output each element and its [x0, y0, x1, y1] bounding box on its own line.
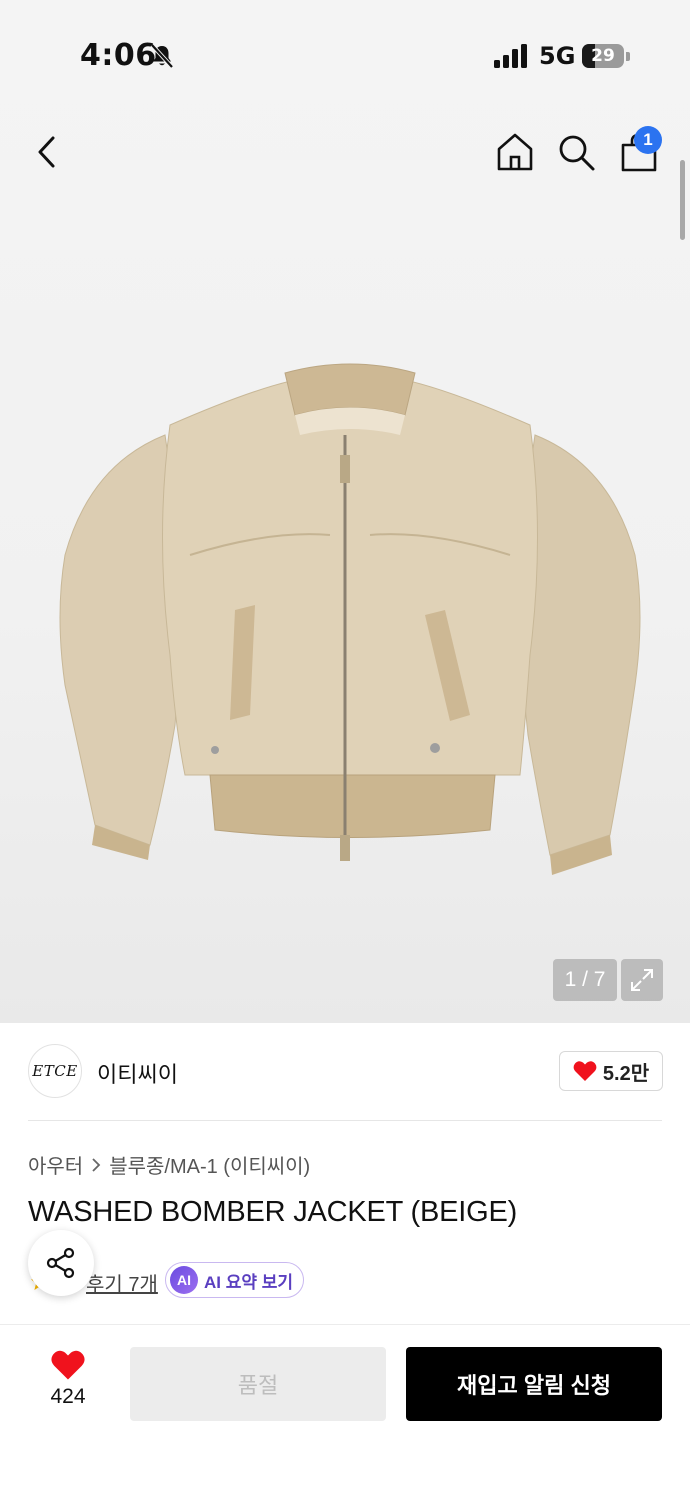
expand-image-button[interactable]	[621, 959, 663, 1001]
battery-level: 29	[591, 46, 615, 66]
expand-icon	[631, 969, 653, 991]
breadcrumb-category[interactable]: 아우터	[28, 1150, 83, 1179]
product-hero: 4:06 5G 29 1 1 / 7	[0, 0, 690, 1023]
heart-icon	[573, 1061, 597, 1081]
share-icon	[46, 1247, 75, 1279]
heart-icon	[51, 1350, 85, 1380]
wishlist-button[interactable]: 424	[28, 1349, 108, 1425]
chevron-left-icon	[38, 136, 55, 168]
status-time: 4:06	[80, 38, 157, 73]
brand-like-button[interactable]: 5.2만	[559, 1051, 663, 1091]
breadcrumb-subcategory[interactable]: 블루종/MA-1 (이티씨이)	[109, 1150, 310, 1179]
wishlist-count: 424	[50, 1385, 86, 1408]
search-icon	[559, 135, 595, 171]
product-image-jacket[interactable]	[50, 355, 650, 885]
battery-icon: 29	[582, 44, 630, 68]
chevron-right-icon	[92, 1157, 101, 1172]
ai-badge-icon: AI	[170, 1266, 198, 1294]
network-type: 5G	[539, 42, 576, 70]
brand-like-count: 5.2만	[602, 1062, 650, 1085]
cart-count-badge: 1	[634, 126, 662, 154]
breadcrumb: 아우터 블루종/MA-1 (이티씨이)	[28, 1150, 310, 1179]
bell-slash-icon	[150, 43, 174, 69]
back-button[interactable]	[26, 130, 70, 174]
brand-row: ETCE 이티씨이 5.2만	[0, 1023, 690, 1121]
scrollbar[interactable]	[680, 160, 685, 240]
brand-logo[interactable]: ETCE	[28, 1044, 82, 1098]
cellular-signal-icon	[494, 44, 527, 68]
divider	[28, 1120, 662, 1121]
restock-alert-button[interactable]: 재입고 알림 신청	[406, 1347, 662, 1421]
top-nav	[0, 120, 690, 184]
home-icon	[497, 133, 533, 171]
brand-name[interactable]: 이티씨이	[97, 1057, 178, 1089]
ai-summary-label: AI 요약 보기	[204, 1272, 294, 1292]
review-count-link[interactable]: 후기 7개	[86, 1268, 158, 1297]
status-bar: 4:06 5G 29	[0, 0, 690, 110]
search-button[interactable]	[554, 130, 598, 174]
bottom-action-bar: 424 품절 재입고 알림 신청	[0, 1324, 690, 1500]
image-page-counter: 1 / 7	[553, 959, 617, 1001]
ai-summary-button[interactable]: AI AI 요약 보기	[165, 1262, 305, 1298]
soldout-button: 품절	[130, 1347, 386, 1421]
share-button[interactable]	[28, 1230, 94, 1296]
home-button[interactable]	[493, 130, 537, 174]
product-title: WASHED BOMBER JACKET (BEIGE)	[28, 1196, 518, 1228]
